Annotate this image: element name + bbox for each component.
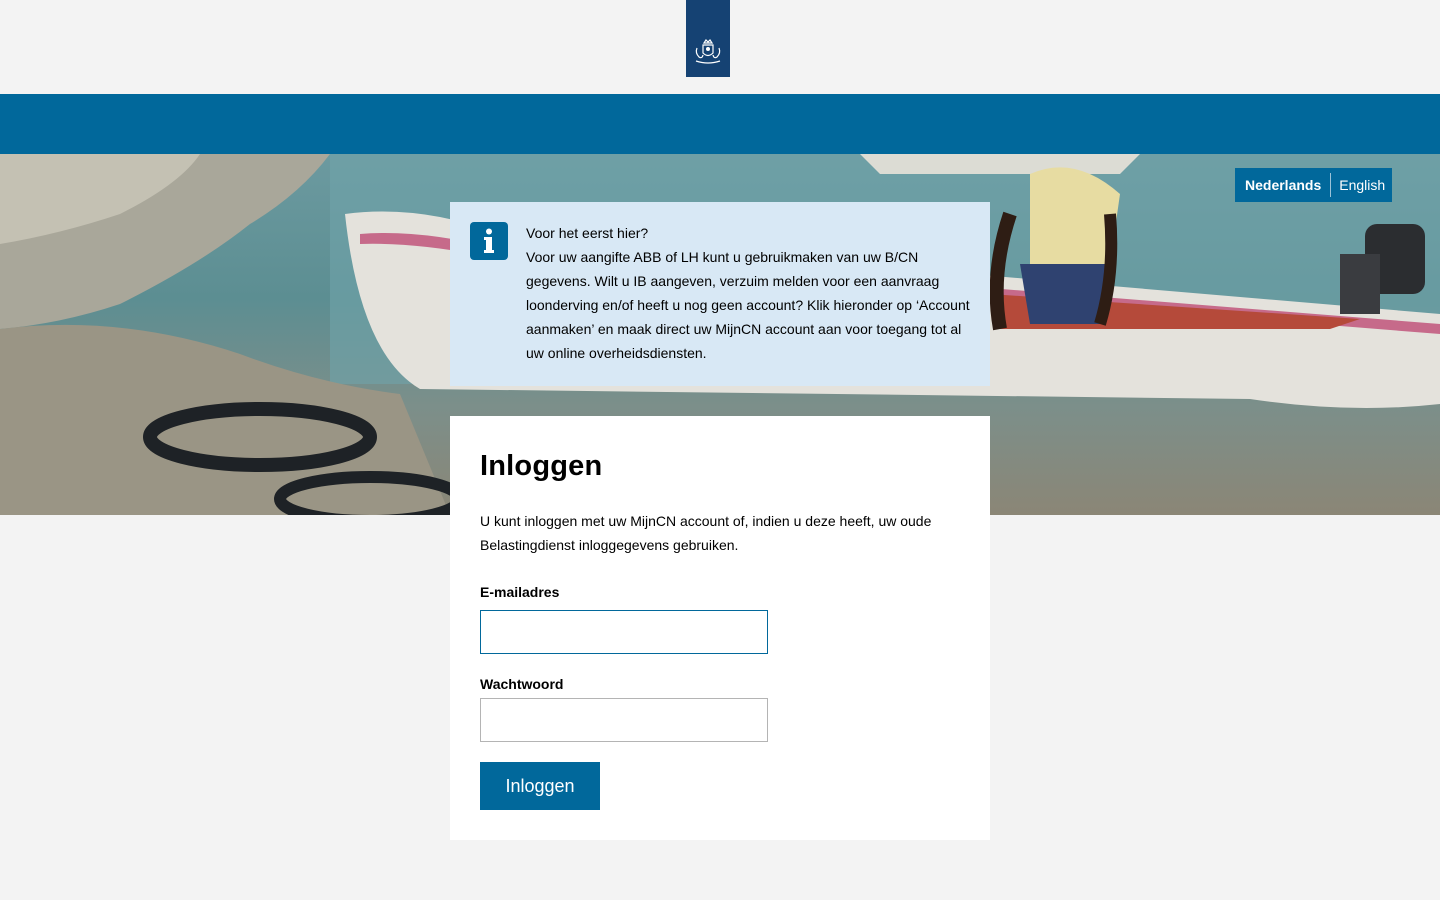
info-icon (470, 222, 508, 260)
email-field[interactable] (480, 610, 768, 654)
coat-of-arms-icon (695, 39, 721, 64)
password-label: Wachtwoord (480, 676, 564, 692)
rijksoverheid-logo[interactable] (686, 0, 730, 77)
login-card: Inloggen U kunt inloggen met uw MijnCN a… (450, 416, 990, 840)
top-header (0, 0, 1440, 94)
email-label: E-mailadres (480, 584, 560, 600)
info-box: Voor het eerst hier? Voor uw aangifte AB… (450, 202, 990, 386)
info-text: Voor het eerst hier? Voor uw aangifte AB… (526, 221, 976, 365)
info-title: Voor het eerst hier? (526, 225, 649, 241)
navigation-bar (0, 94, 1440, 154)
language-nederlands[interactable]: Nederlands (1235, 173, 1332, 197)
login-button[interactable]: Inloggen (480, 762, 600, 810)
page-title: Inloggen (480, 450, 603, 482)
login-intro: U kunt inloggen met uw MijnCN account of… (480, 513, 932, 553)
language-english[interactable]: English (1331, 173, 1385, 197)
language-switch: Nederlands English (1235, 168, 1392, 202)
password-field[interactable] (480, 698, 768, 742)
info-body: Voor uw aangifte ABB of LH kunt u gebrui… (526, 249, 970, 361)
